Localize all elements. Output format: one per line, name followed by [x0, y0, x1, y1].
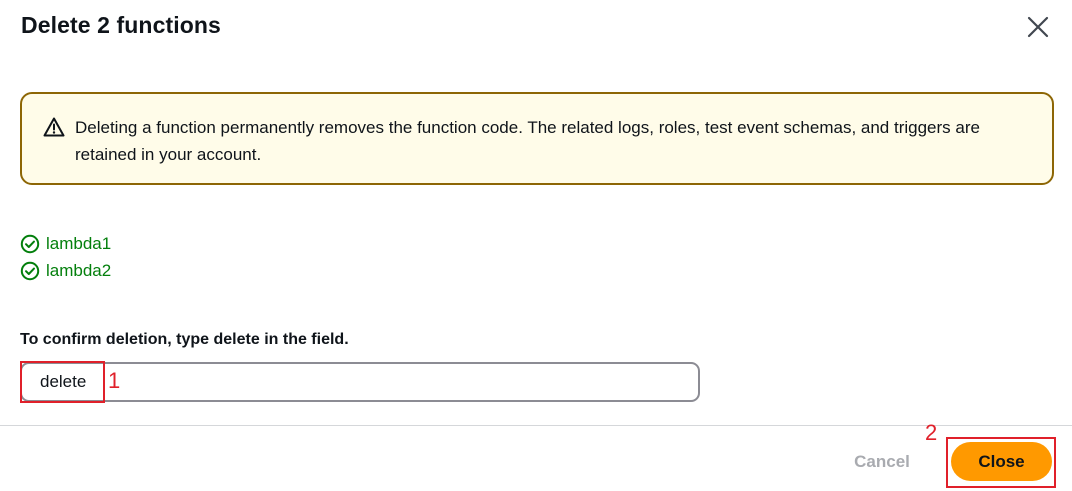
delete-functions-dialog: Delete 2 functions Deleting a function p… [0, 0, 1072, 491]
warning-alert: Deleting a function permanently removes … [20, 92, 1054, 185]
footer-divider [0, 425, 1072, 426]
dialog-title: Delete 2 functions [21, 12, 221, 38]
warning-message: Deleting a function permanently removes … [75, 118, 980, 164]
warning-icon [43, 116, 65, 138]
close-icon[interactable] [1025, 14, 1051, 40]
list-item: lambda1 [20, 230, 111, 257]
annotation-number-2: 2 [925, 420, 938, 445]
confirm-label-suffix: in the field. [259, 331, 349, 348]
confirm-delete-input[interactable] [20, 362, 700, 402]
cancel-button[interactable]: Cancel [836, 444, 928, 480]
function-name: lambda1 [46, 233, 112, 253]
function-name: lambda2 [46, 260, 112, 280]
function-list: lambda1 lambda2 [20, 230, 111, 284]
check-circle-icon [20, 261, 40, 281]
list-item: lambda2 [20, 257, 111, 284]
confirm-keyword: delete [213, 331, 260, 348]
confirm-label-prefix: To confirm deletion, type [20, 331, 214, 348]
check-circle-icon [20, 234, 40, 254]
confirm-label: To confirm deletion, type delete in the … [20, 331, 349, 349]
close-button[interactable]: Close [951, 442, 1052, 481]
